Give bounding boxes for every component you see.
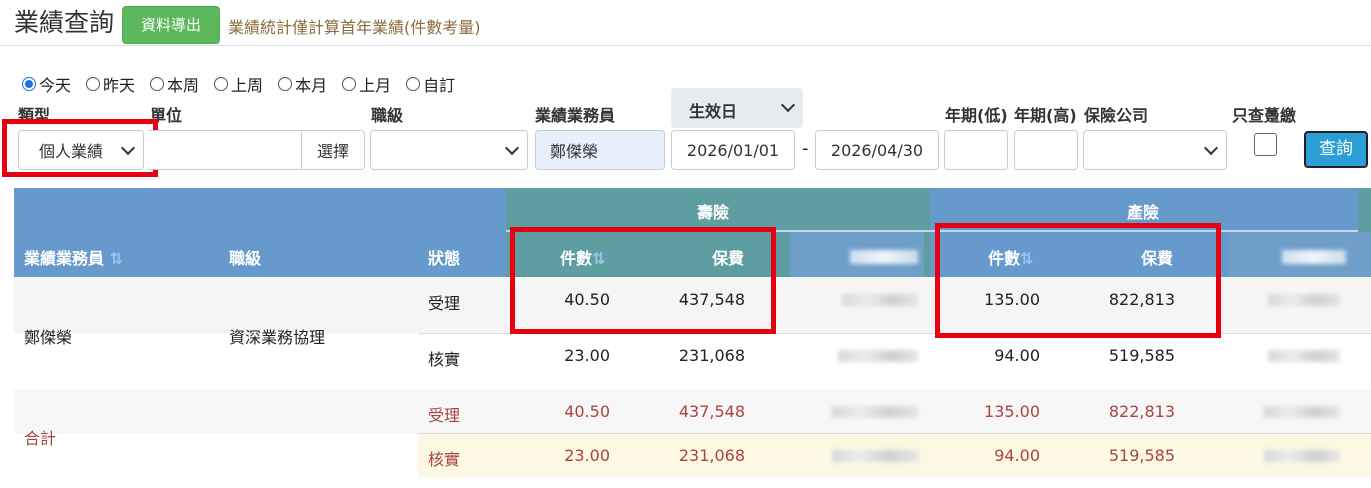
group-property-header: 產險 [1127, 203, 1160, 222]
life-count: 23.00 [564, 346, 610, 365]
rank-select[interactable] [370, 130, 528, 170]
prop-premium: 519,585 [1108, 346, 1175, 365]
year-high-label: 年期(高) [1014, 106, 1077, 125]
radio-icon[interactable] [150, 77, 165, 91]
total-status: 核實 [428, 450, 461, 469]
insurer-select[interactable] [1083, 130, 1227, 170]
only-paid-checkbox[interactable] [1254, 133, 1277, 156]
radio-today[interactable]: 今天 [22, 72, 71, 96]
col-rank-header: 職級 [229, 249, 262, 268]
blurred-cell [1268, 294, 1340, 306]
total-status: 受理 [428, 406, 461, 425]
radio-last-month[interactable]: 上月 [342, 72, 391, 96]
header-divider [0, 45, 1371, 46]
total-prop-count: 135.00 [984, 402, 1040, 421]
blurred-cell [832, 450, 918, 462]
total-life-count: 23.00 [564, 446, 610, 465]
chevron-down-icon [1203, 140, 1219, 156]
highlight-life-box [510, 227, 776, 334]
date-field-select[interactable]: 生效日 [671, 88, 803, 128]
row-status: 核實 [428, 350, 461, 369]
radio-icon[interactable] [86, 77, 101, 91]
group-life-header: 壽險 [697, 203, 730, 222]
agent-rank: 資深業務協理 [229, 328, 326, 347]
query-button[interactable]: 查詢 [1304, 131, 1368, 168]
agent-name: 鄭傑榮 [24, 328, 73, 347]
total-label: 合計 [24, 429, 57, 448]
rank-label: 職級 [371, 106, 404, 125]
year-high-input[interactable] [1014, 130, 1078, 170]
only-paid-label: 只查躉繳 [1232, 106, 1297, 125]
total-life-premium: 437,548 [678, 402, 745, 421]
year-low-label: 年期(低) [945, 106, 1008, 125]
radio-this-month[interactable]: 本月 [278, 72, 327, 96]
chevron-down-icon [780, 97, 796, 113]
blurred-header-text [850, 250, 918, 264]
radio-icon[interactable] [278, 77, 293, 91]
total-prop-premium: 519,585 [1108, 446, 1175, 465]
highlight-type-box [2, 119, 158, 177]
radio-this-week[interactable]: 本周 [150, 72, 199, 96]
row-status: 受理 [428, 294, 461, 313]
export-button[interactable]: 資料導出 [122, 6, 220, 44]
radio-custom[interactable]: 自訂 [406, 72, 455, 96]
blurred-cell [1264, 450, 1340, 462]
total-prop-count: 94.00 [994, 446, 1040, 465]
blurred-cell [1264, 406, 1340, 418]
date-to-input[interactable]: 2026/04/30 [815, 130, 939, 170]
blurred-header-text [1282, 250, 1346, 264]
page-title: 業績查詢 [14, 8, 115, 37]
total-life-count: 40.50 [564, 402, 610, 421]
total-life-premium: 231,068 [678, 446, 745, 465]
total-prop-premium: 822,813 [1108, 402, 1175, 421]
unit-select-button[interactable]: 選擇 [301, 130, 365, 170]
row-divider [418, 433, 1371, 434]
radio-icon[interactable] [214, 77, 229, 91]
radio-yesterday[interactable]: 昨天 [86, 72, 135, 96]
chevron-down-icon [504, 140, 520, 156]
year-low-input[interactable] [944, 130, 1008, 170]
agent-input[interactable]: 鄭傑榮 [535, 130, 665, 170]
performance-note: 業績統計僅計算首年業績(件數考量) [228, 18, 481, 37]
radio-icon[interactable] [342, 77, 357, 91]
col-status-header: 狀態 [428, 249, 461, 268]
highlight-property-box [935, 223, 1221, 338]
unit-input[interactable] [148, 130, 302, 170]
date-separator: - [802, 138, 809, 159]
life-premium: 231,068 [678, 346, 745, 365]
date-from-input[interactable]: 2026/01/01 [671, 130, 795, 170]
insurer-label: 保險公司 [1084, 106, 1149, 125]
blurred-cell [1268, 350, 1340, 362]
prop-count: 94.00 [994, 346, 1040, 365]
radio-icon[interactable] [406, 77, 421, 91]
agent-label: 業績業務員 [535, 106, 616, 125]
blurred-cell [842, 294, 918, 306]
col-agent-header[interactable]: 業績業務員 ⇅ [24, 245, 123, 269]
sort-icon[interactable]: ⇅ [104, 249, 123, 268]
table-header-extra [1358, 188, 1371, 232]
date-field-label: 生效日 [689, 102, 738, 121]
blurred-cell [832, 406, 918, 418]
date-range-radio-group: 今天 昨天 本周 上周 本月 上月 自訂 [22, 72, 470, 96]
blurred-cell [838, 350, 918, 362]
radio-checked-icon[interactable] [22, 77, 36, 91]
radio-last-week[interactable]: 上周 [214, 72, 263, 96]
